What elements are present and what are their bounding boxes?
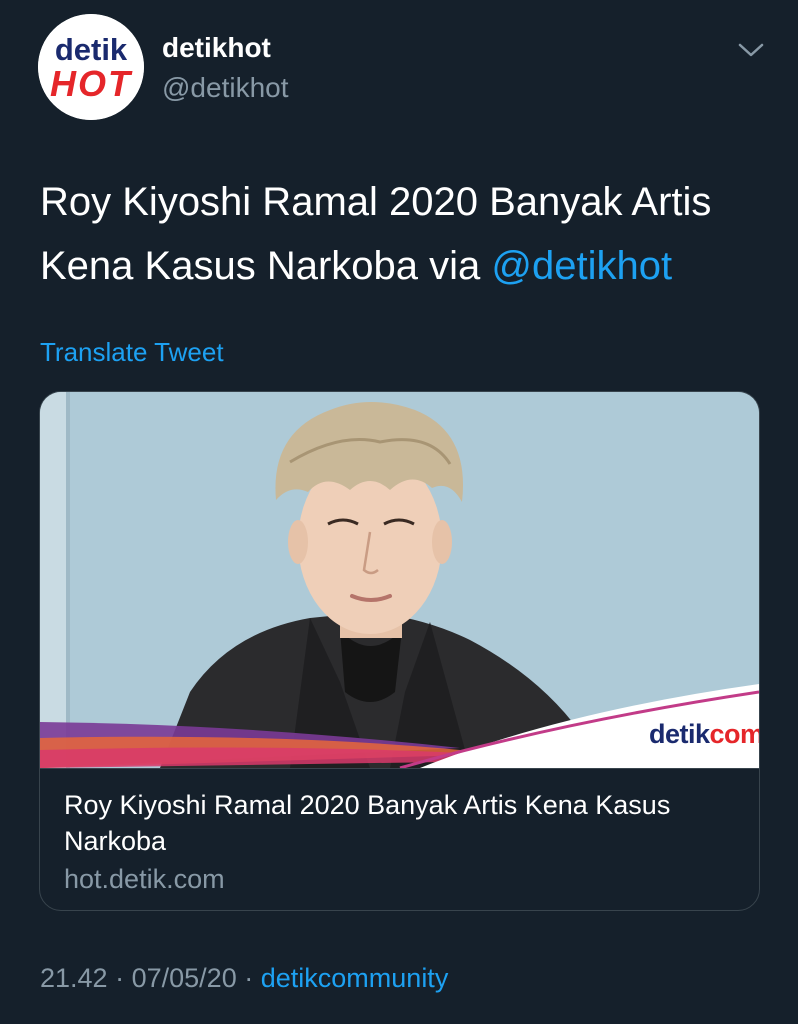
tweet-time[interactable]: 21.42 [40, 963, 108, 993]
chevron-down-icon [738, 43, 764, 57]
tweet-text: Roy Kiyoshi Ramal 2020 Banyak Artis Kena… [40, 170, 760, 298]
card-title[interactable]: Roy Kiyoshi Ramal 2020 Banyak Artis Kena… [64, 787, 724, 859]
svg-text:HOT: HOT [50, 63, 133, 104]
card-image: detikcom [40, 392, 759, 768]
mention-link[interactable]: @detikhot [491, 244, 672, 288]
detikcom-logo: detikcom [649, 719, 760, 750]
article-photo [40, 392, 759, 768]
meta-separator: · [115, 963, 125, 993]
tweet-date[interactable]: 07/05/20 [132, 963, 237, 993]
card-body: Roy Kiyoshi Ramal 2020 Banyak Artis Kena… [40, 768, 759, 910]
tweet-meta: 21.42 · 07/05/20 · detikcommunity [40, 958, 448, 998]
translate-tweet-link[interactable]: Translate Tweet [40, 334, 224, 370]
display-name[interactable]: detikhot [162, 30, 271, 66]
card-domain: hot.detik.com [64, 864, 225, 894]
avatar[interactable]: detik HOT [38, 14, 144, 120]
more-options-button[interactable] [734, 36, 768, 64]
meta-separator: · [244, 963, 254, 993]
svg-text:detik: detik [55, 32, 128, 67]
detikcom-logo-main: detik [649, 719, 710, 749]
link-card[interactable]: detikcom Roy Kiyoshi Ramal 2020 Banyak A… [39, 391, 760, 911]
tweet-source-link[interactable]: detikcommunity [261, 963, 449, 993]
user-handle[interactable]: @detikhot [162, 70, 289, 106]
detikhot-logo: detik HOT [38, 14, 144, 120]
detikcom-logo-suffix: com [709, 719, 760, 749]
